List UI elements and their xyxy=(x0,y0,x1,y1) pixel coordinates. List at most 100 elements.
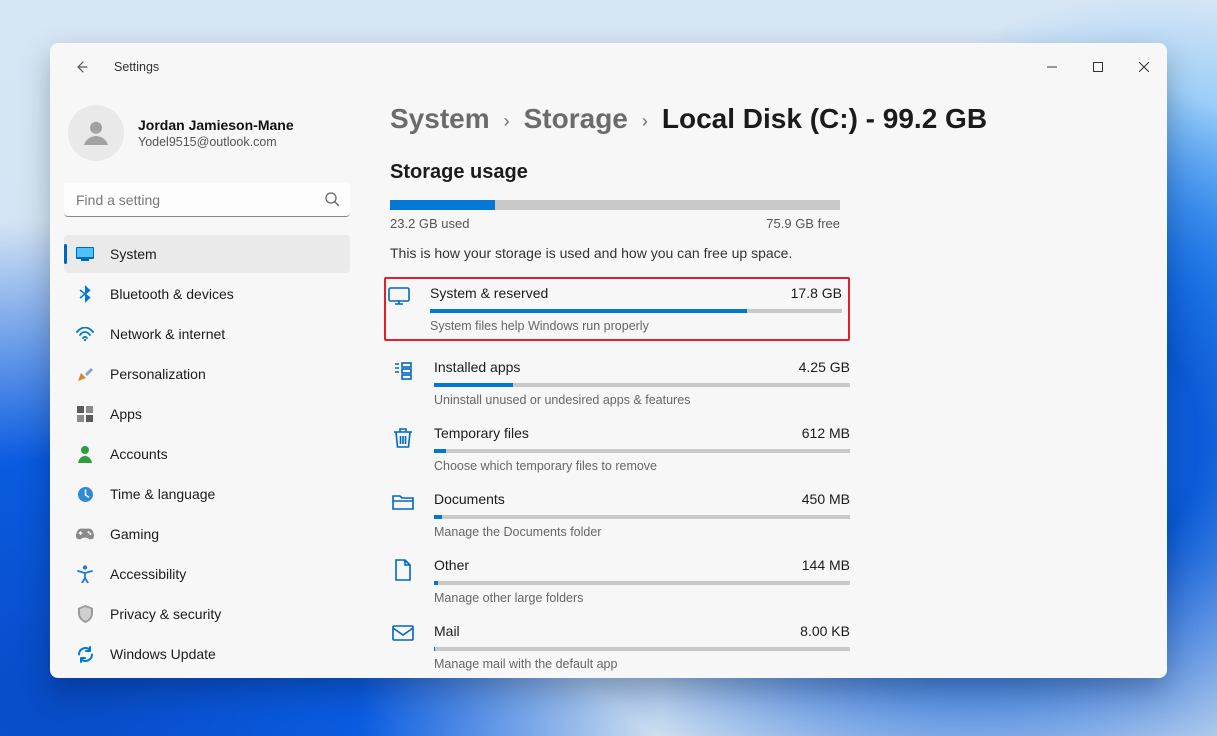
person-icon xyxy=(78,115,114,151)
apps-icon xyxy=(76,406,94,422)
category-label: Documents xyxy=(434,491,505,507)
search-icon xyxy=(324,191,340,212)
sidebar-item-system[interactable]: System xyxy=(64,235,350,273)
installed_apps-icon xyxy=(390,359,416,407)
sidebar-item-accessibility[interactable]: Accessibility xyxy=(64,555,350,593)
free-label: 75.9 GB free xyxy=(766,216,840,231)
sidebar-item-bluetooth[interactable]: Bluetooth & devices xyxy=(64,275,350,313)
minimize-icon xyxy=(1047,62,1057,72)
main-content: System › Storage › Local Disk (C:) - 99.… xyxy=(360,91,1167,678)
category-bar xyxy=(434,383,850,387)
breadcrumb-system[interactable]: System xyxy=(390,103,490,135)
breadcrumb-storage[interactable]: Storage xyxy=(524,103,628,135)
storage-description: This is how your storage is used and how… xyxy=(390,245,1127,261)
system-icon xyxy=(76,247,94,261)
category-size: 17.8 GB xyxy=(791,285,842,301)
settings-window: Settings Jordan Jamieson-Mane Yodel9515@… xyxy=(50,43,1167,678)
category-size: 144 MB xyxy=(802,557,850,573)
category-bar xyxy=(434,515,850,519)
sidebar-item-label: Privacy & security xyxy=(110,606,221,622)
temp_files-icon xyxy=(390,425,416,473)
sidebar-item-label: Time & language xyxy=(110,486,215,502)
sidebar-item-privacy[interactable]: Privacy & security xyxy=(64,595,350,633)
app-title: Settings xyxy=(114,60,159,74)
maximize-button[interactable] xyxy=(1075,51,1121,83)
category-desc: Choose which temporary files to remove xyxy=(434,459,850,473)
sidebar-item-network[interactable]: Network & internet xyxy=(64,315,350,353)
profile-name: Jordan Jamieson-Mane xyxy=(138,117,294,133)
used-label: 23.2 GB used xyxy=(390,216,470,231)
network-icon xyxy=(76,327,94,341)
profile-email: Yodel9515@outlook.com xyxy=(138,135,294,149)
sidebar-item-update[interactable]: Windows Update xyxy=(64,635,350,673)
sidebar-item-gaming[interactable]: Gaming xyxy=(64,515,350,553)
search-input[interactable] xyxy=(64,183,350,217)
sidebar-item-label: Accounts xyxy=(110,446,168,462)
category-desc: Manage the Documents folder xyxy=(434,525,850,539)
sidebar-item-time[interactable]: Time & language xyxy=(64,475,350,513)
category-size: 4.25 GB xyxy=(799,359,850,375)
privacy-icon xyxy=(76,605,94,623)
sidebar-item-label: System xyxy=(110,246,157,262)
category-bar-fill xyxy=(434,383,513,387)
category-list: System & reserved17.8 GBSystem files hel… xyxy=(390,277,850,678)
category-bar xyxy=(434,647,850,651)
sidebar: Jordan Jamieson-Mane Yodel9515@outlook.c… xyxy=(50,91,360,678)
other-icon xyxy=(390,557,416,605)
accounts-icon xyxy=(76,445,94,463)
category-bar-fill xyxy=(434,581,438,585)
sidebar-item-label: Accessibility xyxy=(110,566,186,582)
category-bar-fill xyxy=(434,647,435,651)
category-desc: Manage other large folders xyxy=(434,591,850,605)
documents-icon xyxy=(390,491,416,539)
titlebar: Settings xyxy=(50,43,1167,91)
category-label: Other xyxy=(434,557,469,573)
category-temp_files[interactable]: Temporary files 612 MB Choose which tempor… xyxy=(390,425,850,473)
category-size: 8.00 KB xyxy=(800,623,850,639)
profile-block[interactable]: Jordan Jamieson-Mane Yodel9515@outlook.c… xyxy=(64,91,350,183)
category-size: 612 MB xyxy=(802,425,850,441)
time-icon xyxy=(76,486,94,503)
accessibility-icon xyxy=(76,565,94,583)
category-bar-fill xyxy=(434,449,446,453)
category-bar-fill xyxy=(434,515,442,519)
sidebar-item-label: Personalization xyxy=(110,366,206,382)
minimize-button[interactable] xyxy=(1029,51,1075,83)
category-bar-fill xyxy=(430,309,747,313)
update-icon xyxy=(76,646,94,663)
breadcrumb-current: Local Disk (C:) - 99.2 GB xyxy=(662,103,987,135)
sidebar-item-apps[interactable]: Apps xyxy=(64,395,350,433)
sidebar-item-label: Apps xyxy=(110,406,142,422)
maximize-icon xyxy=(1093,62,1103,72)
sidebar-item-personalization[interactable]: Personalization xyxy=(64,355,350,393)
total-usage-bar xyxy=(390,200,840,210)
avatar xyxy=(68,105,124,161)
personalization-icon xyxy=(76,365,94,383)
system_reserved-icon xyxy=(386,285,412,333)
total-usage-fill xyxy=(390,200,495,210)
close-icon xyxy=(1139,62,1149,72)
bluetooth-icon xyxy=(76,285,94,303)
category-system_reserved[interactable]: System & reserved17.8 GBSystem files hel… xyxy=(384,277,850,341)
category-documents[interactable]: Documents 450 MB Manage the Documents fold… xyxy=(390,491,850,539)
sidebar-item-label: Bluetooth & devices xyxy=(110,286,234,302)
mail-icon xyxy=(390,623,416,671)
category-desc: Uninstall unused or undesired apps & fea… xyxy=(434,393,850,407)
category-bar xyxy=(430,309,842,313)
category-label: Mail xyxy=(434,623,460,639)
category-installed_apps[interactable]: Installed apps 4.25 GB Uninstall unused or… xyxy=(390,359,850,407)
close-button[interactable] xyxy=(1121,51,1167,83)
category-size: 450 MB xyxy=(802,491,850,507)
chevron-right-icon: › xyxy=(642,111,648,132)
back-button[interactable] xyxy=(64,50,98,84)
category-label: Installed apps xyxy=(434,359,520,375)
category-desc: System files help Windows run properly xyxy=(430,319,842,333)
category-other[interactable]: Other 144 MB Manage other large folders xyxy=(390,557,850,605)
sidebar-item-label: Gaming xyxy=(110,526,159,542)
category-bar xyxy=(434,581,850,585)
category-mail[interactable]: Mail8.00 KBManage mail with the default … xyxy=(390,623,850,671)
sidebar-item-accounts[interactable]: Accounts xyxy=(64,435,350,473)
breadcrumb: System › Storage › Local Disk (C:) - 99.… xyxy=(390,103,1127,135)
category-label: Temporary files xyxy=(434,425,529,441)
nav-list: System Bluetooth & devices Network & inter… xyxy=(64,235,350,673)
